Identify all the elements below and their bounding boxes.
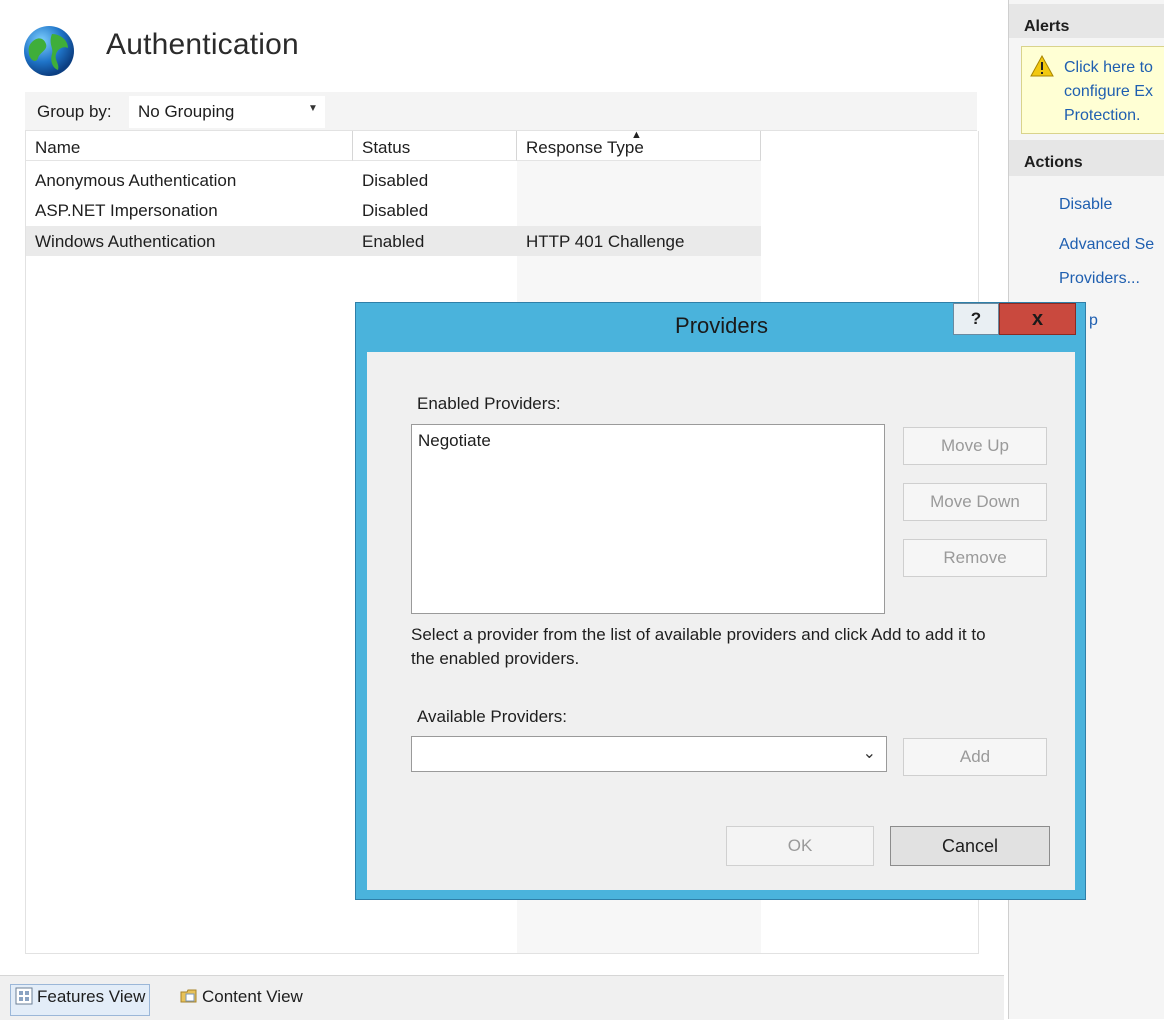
- cell-status: Disabled: [362, 171, 429, 190]
- content-view-label: Content View: [202, 987, 303, 1006]
- column-header-label: Response Type: [526, 138, 644, 157]
- warning-icon: [1030, 55, 1054, 77]
- actions-header: Actions: [1009, 140, 1164, 176]
- column-header-name[interactable]: Name: [26, 131, 353, 161]
- action-disable[interactable]: Disable: [1059, 196, 1112, 214]
- alert-link[interactable]: Click here to configure Ex Protection.: [1064, 56, 1153, 128]
- enabled-providers-label: Enabled Providers:: [417, 394, 561, 413]
- view-switcher: Features View Content View: [0, 975, 1004, 1020]
- globe-icon: [24, 26, 74, 76]
- group-by-bar: Group by: No Grouping ▼: [25, 92, 977, 131]
- group-by-dropdown[interactable]: No Grouping ▼: [129, 96, 325, 128]
- table-row[interactable]: ASP.NET Impersonation Disabled: [26, 195, 761, 225]
- cell-status: Enabled: [362, 232, 425, 251]
- sort-arrow-icon: ▲: [631, 129, 642, 141]
- instructions-text: Select a provider from the list of avail…: [411, 625, 986, 668]
- table-row[interactable]: Anonymous Authentication Disabled: [26, 165, 761, 195]
- column-header-label: Name: [35, 138, 81, 157]
- cancel-button[interactable]: Cancel: [890, 826, 1050, 866]
- content-view-icon: [180, 989, 197, 1003]
- chevron-down-icon: ⌄: [862, 745, 876, 762]
- action-providers[interactable]: Providers...: [1059, 270, 1140, 288]
- page-title: Authentication: [106, 28, 299, 61]
- group-by-value: No Grouping: [138, 102, 235, 121]
- content-view-tab[interactable]: Content View: [176, 984, 307, 1015]
- alerts-header-label: Alerts: [1024, 18, 1070, 35]
- actions-header-label: Actions: [1024, 154, 1083, 171]
- action-advanced-settings[interactable]: Advanced Se: [1059, 236, 1154, 254]
- dialog-body: Enabled Providers: Negotiate Move Up Mov…: [367, 352, 1075, 890]
- cell-name: ASP.NET Impersonation: [35, 201, 218, 220]
- action-help[interactable]: p: [1089, 312, 1098, 330]
- cell-name: Anonymous Authentication: [35, 171, 237, 190]
- move-up-button[interactable]: Move Up: [903, 427, 1047, 465]
- features-view-icon: [15, 987, 33, 1005]
- alerts-header: Alerts: [1009, 4, 1164, 38]
- enabled-providers-list[interactable]: Negotiate: [411, 424, 885, 614]
- table-row-selected[interactable]: Windows Authentication Enabled HTTP 401 …: [26, 226, 761, 256]
- close-button[interactable]: x: [999, 303, 1076, 335]
- ok-button[interactable]: OK: [726, 826, 874, 866]
- available-providers-label: Available Providers:: [417, 707, 567, 726]
- alert-box[interactable]: Click here to configure Ex Protection.: [1021, 46, 1164, 134]
- providers-dialog: Providers ? x Enabled Providers: Negotia…: [355, 302, 1086, 900]
- column-header-label: Status: [362, 138, 411, 157]
- cell-name: Windows Authentication: [35, 232, 216, 251]
- available-providers-dropdown[interactable]: ⌄: [411, 736, 887, 772]
- move-down-button[interactable]: Move Down: [903, 483, 1047, 521]
- cell-status: Disabled: [362, 201, 429, 220]
- dropdown-arrow-icon: ▼: [308, 103, 318, 114]
- column-header-status[interactable]: Status: [353, 131, 517, 161]
- features-view-label: Features View: [37, 987, 146, 1006]
- features-view-tab[interactable]: Features View: [10, 984, 151, 1016]
- group-by-label: Group by:: [37, 102, 112, 121]
- help-button[interactable]: ?: [953, 303, 999, 335]
- remove-button[interactable]: Remove: [903, 539, 1047, 577]
- list-item[interactable]: Negotiate: [418, 431, 491, 451]
- column-header-response-type[interactable]: Response Type ▲: [517, 129, 761, 161]
- cell-response-type: HTTP 401 Challenge: [526, 232, 685, 251]
- add-button[interactable]: Add: [903, 738, 1047, 776]
